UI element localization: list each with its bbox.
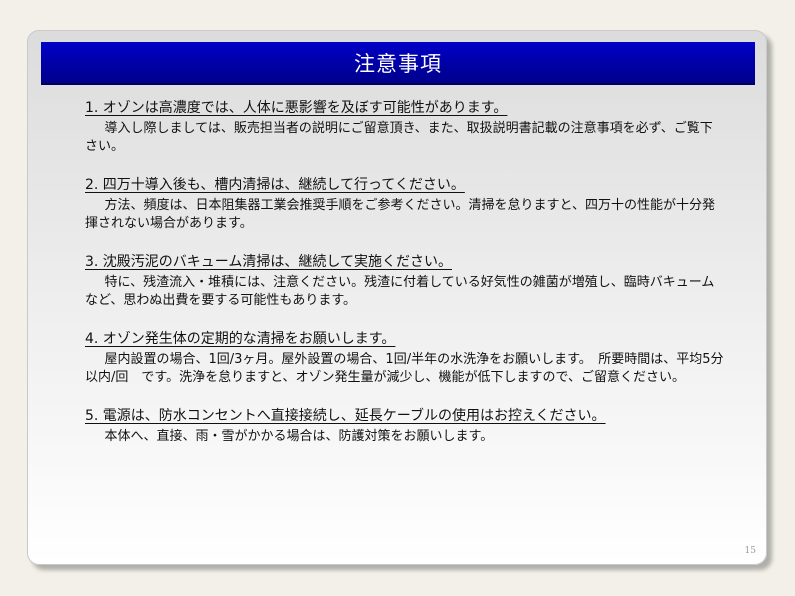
notice-section-1: 1. オゾンは高濃度では、人体に悪影響を及ぼす可能性があります。 導入し際しまし… <box>85 99 725 156</box>
notice-heading: 3. 沈殿汚泥のバキューム清掃は、継続して実施ください。 <box>85 254 452 270</box>
title-bar: 注意事項 <box>41 42 755 85</box>
slide-content: 1. オゾンは高濃度では、人体に悪影響を及ぼす可能性があります。 導入し際しまし… <box>85 99 725 466</box>
page-number: 15 <box>744 546 756 556</box>
notice-section-3: 3. 沈殿汚泥のバキューム清掃は、継続して実施ください。 特に、残渣流入・堆積に… <box>85 253 725 310</box>
notice-heading: 4. オゾン発生体の定期的な清掃をお願いします。 <box>85 331 396 347</box>
notice-body: 特に、残渣流入・堆積には、注意ください。残渣に付着している好気性の雑菌が増殖し、… <box>85 275 715 308</box>
notice-section-4: 4. オゾン発生体の定期的な清掃をお願いします。 屋内設置の場合、1回/3ヶ月。… <box>85 330 725 387</box>
notice-body: 導入し際しましては、販売担当者の説明にご留意頂き、また、取扱説明書記載の注意事項… <box>85 121 713 154</box>
notice-heading: 1. オゾンは高濃度では、人体に悪影響を及ぼす可能性があります。 <box>85 100 508 116</box>
slide: 注意事項 1. オゾンは高濃度では、人体に悪影響を及ぼす可能性があります。 導入… <box>27 30 767 565</box>
notice-section-5: 5. 電源は、防水コンセントへ直接接続し、延長ケーブルの使用はお控えください。 … <box>85 407 725 446</box>
notice-body: 本体へ、直接、雨・雪がかかる場合は、防護対策をお願いします。 <box>104 429 494 444</box>
notice-heading: 5. 電源は、防水コンセントへ直接接続し、延長ケーブルの使用はお控えください。 <box>85 408 606 424</box>
notice-heading: 2. 四万十導入後も、槽内清掃は、継続して行ってください。 <box>85 177 465 193</box>
notice-body: 屋内設置の場合、1回/3ヶ月。屋外設置の場合、1回/半年の水洗浄をお願いします。… <box>85 352 724 385</box>
notice-section-2: 2. 四万十導入後も、槽内清掃は、継続して行ってください。 方法、頻度は、日本阻… <box>85 176 725 233</box>
notice-body: 方法、頻度は、日本阻集器工業会推奨手順をご参考ください。清掃を怠りますと、四万十… <box>85 198 715 231</box>
slide-title: 注意事項 <box>354 51 442 76</box>
